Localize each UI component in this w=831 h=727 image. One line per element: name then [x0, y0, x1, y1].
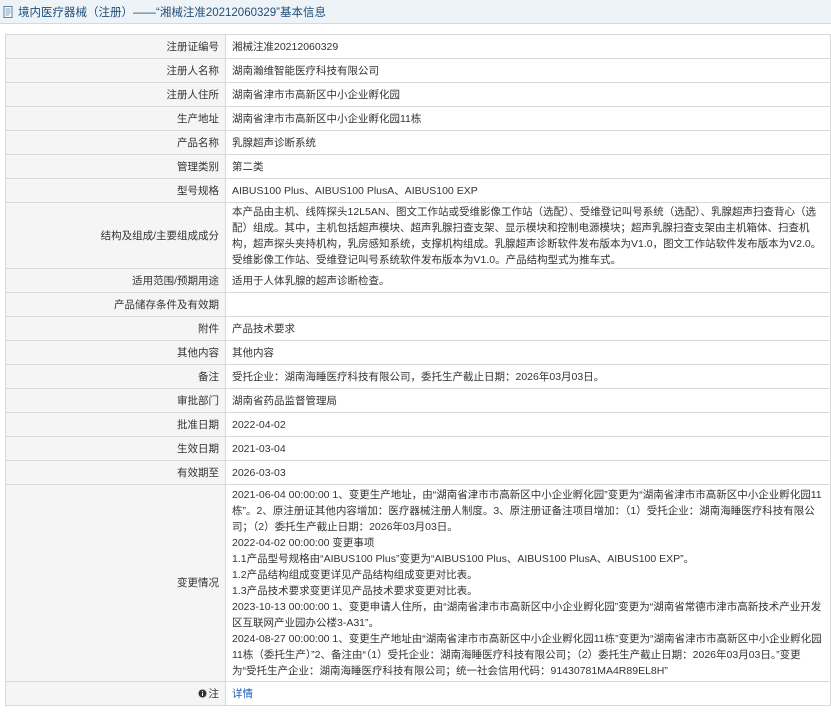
info-row: 注册人住所 湖南省津市市高新区中小企业孵化园	[5, 82, 831, 107]
info-circle-icon	[198, 687, 207, 697]
page-title: 境内医疗器械（注册）——“湘械注准20212060329”基本信息	[18, 6, 327, 19]
row-label: 审批部门	[5, 388, 226, 413]
info-table: 注册证编号 湘械注准20212060329 注册人名称 湖南瀚维智能医疗科技有限公司注…	[5, 34, 831, 706]
change-history-value: 2021-06-04 00:00:00 1、变更生产地址，由“湖南省津市市高新区…	[225, 484, 831, 682]
info-row: 审批部门 湖南省药品监督管理局	[5, 388, 831, 413]
info-row: 其他内容 其他内容	[5, 340, 831, 365]
note-row: 注详情	[5, 681, 831, 706]
change-entry: 1.2产品结构组成变更详见产品结构组成变更对比表。	[232, 569, 478, 581]
change-entry: 2023-10-13 00:00:00 1、变更申请人住所，由“湖南省津市市高新…	[232, 601, 822, 629]
row-value: 湖南省津市市高新区中小企业孵化园	[225, 82, 831, 107]
change-history-row: 变更情况 2021-06-04 00:00:00 1、变更生产地址，由“湖南省津市…	[5, 484, 831, 682]
row-label: 注册证编号	[5, 34, 226, 59]
row-label: 产品名称	[5, 130, 226, 155]
note-label-cell: 注	[5, 681, 226, 706]
row-value: 其他内容	[225, 340, 831, 365]
row-label: 型号规格	[5, 178, 226, 203]
change-entry: 2021-06-04 00:00:00 1、变更生产地址，由“湖南省津市市高新区…	[232, 489, 822, 533]
row-label: 注册人住所	[5, 82, 226, 107]
info-row: 结构及组成/主要组成成分 本产品由主机、线阵探头12L5AN、图文工作站或受维影像…	[5, 202, 831, 269]
row-value: 2026-03-03	[225, 460, 831, 485]
note-label: 注	[208, 687, 220, 700]
info-row: 产品储存条件及有效期	[5, 292, 831, 317]
row-value: 乳腺超声诊断系统	[225, 130, 831, 155]
info-row: 注册人名称 湖南瀚维智能医疗科技有限公司	[5, 58, 831, 83]
row-value: 湖南瀚维智能医疗科技有限公司	[225, 58, 831, 83]
row-value: 受托企业：湖南海睡医疗科技有限公司，委托生产截止日期：2026年03月03日。	[225, 364, 831, 389]
change-entry: 2024-08-27 00:00:00 1、变更生产地址由“湖南省津市市高新区中…	[232, 633, 822, 677]
row-label: 管理类别	[5, 154, 226, 179]
row-label: 其他内容	[5, 340, 226, 365]
row-label: 生产地址	[5, 106, 226, 131]
info-row: 注册证编号 湘械注准20212060329	[5, 34, 831, 59]
info-row: 附件 产品技术要求	[5, 316, 831, 341]
change-entry: 1.3产品技术要求变更详见产品技术要求变更对比表。	[232, 585, 478, 597]
details-link[interactable]: 详情	[232, 688, 253, 700]
row-value: 2022-04-02	[225, 412, 831, 437]
info-row: 生产地址 湖南省津市市高新区中小企业孵化园11栋	[5, 106, 831, 131]
row-value: 产品技术要求	[225, 316, 831, 341]
row-value: 2021-03-04	[225, 436, 831, 461]
info-row: 生效日期 2021-03-04	[5, 436, 831, 461]
page-header: 境内医疗器械（注册）——“湘械注准20212060329”基本信息	[0, 0, 831, 24]
row-value	[225, 292, 831, 317]
row-label: 有效期至	[5, 460, 226, 485]
row-label: 变更情况	[5, 484, 226, 682]
row-value: AIBUS100 Plus、AIBUS100 PlusA、AIBUS100 EX…	[225, 178, 831, 203]
note-value-cell: 详情	[225, 681, 831, 706]
row-value: 湖南省津市市高新区中小企业孵化园11栋	[225, 106, 831, 131]
document-icon	[3, 5, 14, 18]
info-row: 产品名称 乳腺超声诊断系统	[5, 130, 831, 155]
info-row: 批准日期 2022-04-02	[5, 412, 831, 437]
row-value: 第二类	[225, 154, 831, 179]
row-label: 产品储存条件及有效期	[5, 292, 226, 317]
row-value: 湖南省药品监督管理局	[225, 388, 831, 413]
change-entry: 2022-04-02 00:00:00 变更事项	[232, 537, 375, 549]
change-entry: 1.1产品型号规格由“AIBUS100 Plus”变更为“AIBUS100 Pl…	[232, 553, 695, 565]
info-row: 有效期至 2026-03-03	[5, 460, 831, 485]
row-label: 备注	[5, 364, 226, 389]
row-value: 湘械注准20212060329	[225, 34, 831, 59]
row-label: 生效日期	[5, 436, 226, 461]
row-label: 批准日期	[5, 412, 226, 437]
row-value: 适用于人体乳腺的超声诊断检查。	[225, 268, 831, 293]
row-label: 结构及组成/主要组成成分	[5, 202, 226, 269]
row-label: 适用范围/预期用途	[5, 268, 226, 293]
info-row: 适用范围/预期用途 适用于人体乳腺的超声诊断检查。	[5, 268, 831, 293]
row-label: 附件	[5, 316, 226, 341]
info-row: 管理类别 第二类	[5, 154, 831, 179]
info-row: 型号规格 AIBUS100 Plus、AIBUS100 PlusA、AIBUS10…	[5, 178, 831, 203]
info-row: 备注 受托企业：湖南海睡医疗科技有限公司，委托生产截止日期：2026年03月03日…	[5, 364, 831, 389]
row-label: 注册人名称	[5, 58, 226, 83]
row-value: 本产品由主机、线阵探头12L5AN、图文工作站或受维影像工作站（选配）、受维登记…	[225, 202, 831, 269]
